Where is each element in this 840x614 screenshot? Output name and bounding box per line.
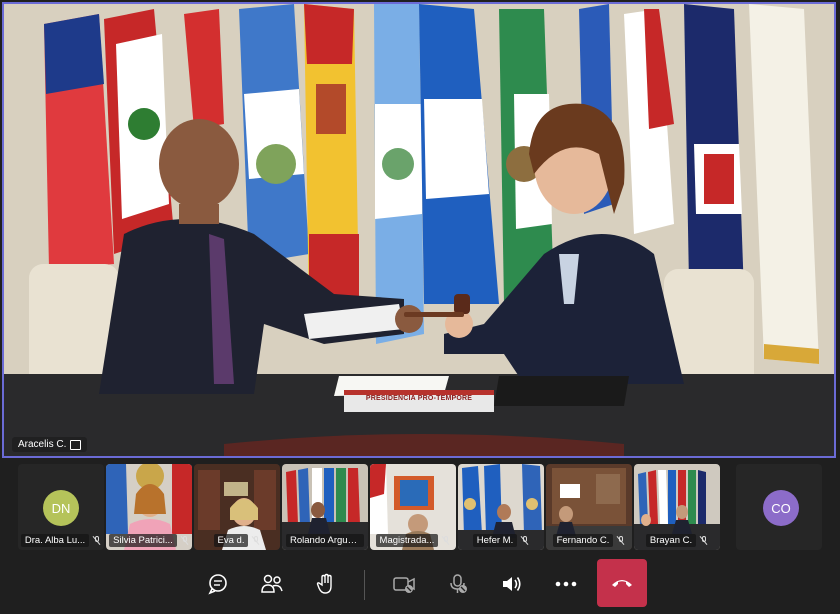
participant-name: Rolando Argue...: [286, 534, 364, 547]
participant-tile[interactable]: Magistrada...: [370, 464, 456, 550]
speaker-button[interactable]: [494, 566, 530, 602]
avatar-initials: CO: [771, 500, 791, 516]
mic-muted-icon: [521, 536, 529, 545]
participant-name: Eva d.: [213, 534, 249, 547]
camera-toggle-button[interactable]: [386, 566, 422, 602]
mic-muted-icon: [442, 536, 450, 545]
more-icon: [555, 581, 577, 587]
participant-name: Dra. Alba Lu...: [20, 534, 90, 547]
participant-tile[interactable]: Fernando C.: [546, 464, 632, 550]
speaker-icon: [503, 577, 521, 591]
participant-tile[interactable]: Hefer M.: [458, 464, 544, 550]
more-button[interactable]: [548, 566, 584, 602]
mic-off-icon: [450, 574, 467, 593]
participant-name-row: Dra. Alba Lu...: [18, 534, 104, 547]
mic-muted-icon: [181, 536, 189, 545]
participant-name: Silvia Patrici...: [109, 534, 177, 547]
participant-name-row: Fernando C.: [546, 534, 632, 547]
raise-hand-button[interactable]: [308, 566, 344, 602]
pin-icon[interactable]: [70, 439, 82, 450]
participant-strip: DN Dra. Alba Lu... Silvia Patrici... Eva…: [0, 462, 840, 554]
people-button[interactable]: [254, 566, 290, 602]
participant-tile[interactable]: CO: [736, 464, 822, 550]
speaker-name-label: Aracelis C.: [12, 437, 88, 452]
participant-name-row: Eva d.: [194, 534, 280, 547]
participant-name-row: Rolando Argue...: [282, 534, 368, 547]
camera-off-icon: [393, 577, 415, 593]
participant-name: Fernando C.: [552, 534, 614, 547]
nameplate-text: PRESIDENCIA PRO-TEMPORE: [365, 395, 473, 402]
call-toolbar: [0, 556, 840, 614]
hangup-icon: [612, 580, 632, 587]
participant-name-row: Silvia Patrici...: [106, 534, 192, 547]
avatar-initials: DN: [51, 500, 71, 516]
mic-muted-icon: [617, 536, 625, 545]
mic-muted-icon: [700, 536, 708, 545]
participant-tile[interactable]: Rolando Argue...: [282, 464, 368, 550]
participant-name: Hefer M.: [472, 534, 518, 547]
mic-toggle-button[interactable]: [440, 566, 476, 602]
participant-name-row: Hefer M.: [458, 534, 544, 547]
participant-tile[interactable]: Eva d.: [194, 464, 280, 550]
hangup-button[interactable]: [597, 559, 647, 607]
main-video-scene: [4, 4, 834, 456]
avatar: DN: [43, 490, 79, 526]
people-icon: [261, 574, 283, 593]
raise-hand-icon: [316, 573, 332, 594]
participant-name-row: Magistrada...: [370, 534, 456, 547]
chat-icon: [208, 574, 227, 595]
toolbar-divider: [364, 570, 365, 600]
chat-button[interactable]: [200, 566, 236, 602]
participant-tile[interactable]: Silvia Patrici...: [106, 464, 192, 550]
participant-name-row: Brayan C.: [634, 534, 720, 547]
avatar: CO: [763, 490, 799, 526]
speaker-name: Aracelis C.: [18, 439, 67, 450]
participant-name: Brayan C.: [645, 534, 697, 547]
mic-muted-icon: [252, 536, 260, 545]
main-video[interactable]: PRESIDENCIA PRO-TEMPORE Aracelis C.: [2, 2, 836, 458]
participant-tile[interactable]: Brayan C.: [634, 464, 720, 550]
mic-muted-icon: [93, 536, 101, 545]
participant-name: Magistrada...: [375, 534, 439, 547]
participant-tile[interactable]: DN Dra. Alba Lu...: [18, 464, 104, 550]
